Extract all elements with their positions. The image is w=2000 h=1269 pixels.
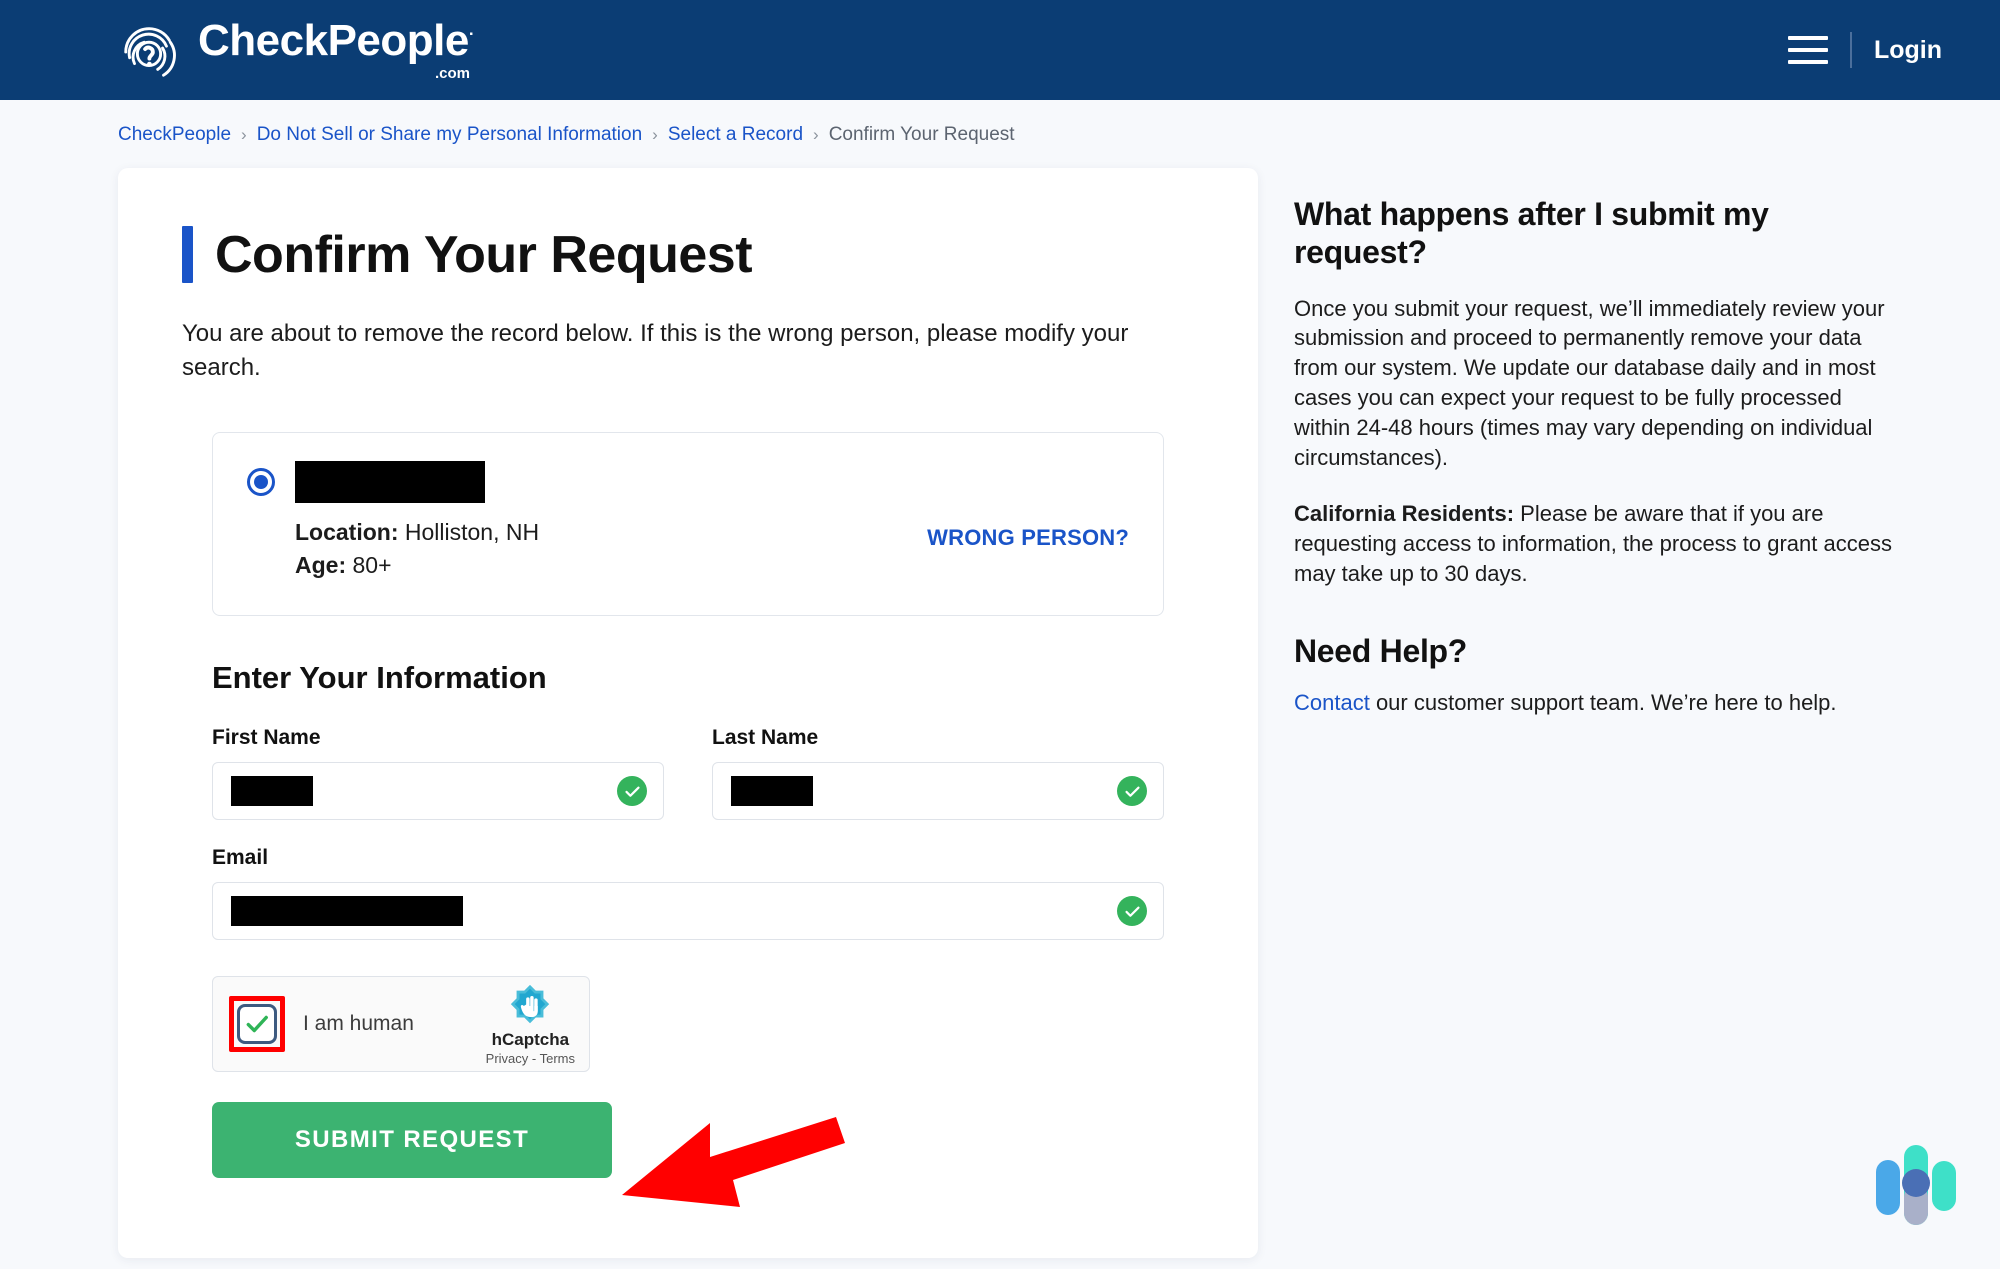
checkbox-checked-icon — [237, 1004, 277, 1045]
redacted-last-name-value — [731, 776, 813, 807]
first-name-label: First Name — [212, 726, 321, 750]
sidebar-heading-what-happens: What happens after I submit my request? — [1294, 196, 1769, 270]
sidebar-paragraph-california: California Residents: Please be aware th… — [1294, 499, 1894, 589]
breadcrumb-separator-icon: › — [652, 125, 658, 144]
first-name-input[interactable] — [212, 762, 664, 821]
sidebar-paragraph-help: Contact our customer support team. We’re… — [1294, 688, 1894, 718]
record-age: Age: 80+ — [295, 552, 1129, 579]
hcaptcha-checkbox-area[interactable]: I am human — [229, 996, 414, 1053]
email-input[interactable] — [212, 882, 1164, 941]
submit-area: SUBMIT REQUEST — [212, 1102, 1164, 1179]
wrong-person-link[interactable]: WRONG PERSON? — [927, 525, 1129, 551]
sidebar-heading-need-help: Need Help? — [1294, 632, 1468, 669]
main-content-card: Confirm Your Request You are about to re… — [118, 168, 1258, 1258]
header-divider — [1849, 32, 1852, 68]
hcaptcha-name: hCaptcha — [491, 1029, 570, 1049]
widget-bar-left — [1876, 1160, 1900, 1215]
hamburger-line — [1787, 36, 1828, 40]
last-name-label: Last Name — [712, 726, 819, 750]
breadcrumb: CheckPeople › Do Not Sell or Share my Pe… — [0, 100, 2000, 146]
redacted-name — [295, 461, 485, 504]
brand-dotcom: .com — [435, 64, 471, 82]
record-location-value: Holliston, NH — [404, 519, 540, 546]
site-header: CheckPeople· .com Login — [0, 0, 2000, 100]
check-circle-icon — [1117, 896, 1147, 927]
record-age-label: Age: — [295, 552, 347, 579]
redacted-first-name-value — [231, 776, 313, 807]
redacted-email-value — [231, 896, 463, 927]
submit-request-button[interactable]: SUBMIT REQUEST — [212, 1102, 612, 1179]
widget-dot — [1902, 1169, 1930, 1197]
hamburger-line — [1787, 60, 1828, 64]
hamburger-menu-icon[interactable] — [1787, 36, 1828, 64]
breadcrumb-item-do-not-sell[interactable]: Do Not Sell or Share my Personal Informa… — [257, 124, 642, 146]
name-fields-row: First Name Last Name — [212, 726, 1164, 821]
chat-assistant-widget[interactable] — [1852, 1127, 1972, 1247]
breadcrumb-item-current: Confirm Your Request — [828, 124, 1015, 145]
page-title: Confirm Your Request — [215, 226, 753, 284]
brand-logo[interactable]: CheckPeople· .com — [118, 15, 475, 82]
hcaptcha-label: I am human — [303, 1012, 414, 1036]
last-name-field-group: Last Name — [712, 726, 1164, 821]
breadcrumb-separator-icon: › — [813, 125, 819, 144]
breadcrumb-item-select-record[interactable]: Select a Record — [668, 124, 803, 146]
page-layout: Confirm Your Request You are about to re… — [0, 146, 2000, 1258]
check-circle-icon — [1117, 776, 1147, 807]
help-text: our customer support team. We’re here to… — [1369, 690, 1837, 716]
email-label: Email — [212, 846, 269, 870]
sidebar-paragraph-process: Once you submit your request, we’ll imme… — [1294, 295, 1885, 471]
record-card: Location: Holliston, NH Age: 80+ WRONG P… — [212, 432, 1164, 617]
hcaptcha-hand-icon — [507, 983, 553, 1029]
breadcrumb-item-checkpeople[interactable]: CheckPeople — [118, 124, 231, 146]
title-accent-bar — [182, 226, 193, 283]
breadcrumb-separator-icon: › — [241, 125, 247, 144]
info-sidebar: What happens after I submit my request? … — [1294, 168, 1894, 744]
fingerprint-question-icon — [118, 19, 180, 81]
hcaptcha-widget[interactable]: I am human hCaptcha Privacy - Terms — [212, 976, 590, 1073]
widget-bar-right — [1932, 1161, 1956, 1211]
record-location-label: Location: — [295, 519, 399, 546]
brand-name: CheckPeople· — [198, 15, 475, 65]
contact-support-link[interactable]: Contact — [1294, 690, 1370, 715]
form-section-title: Enter Your Information — [212, 660, 547, 696]
hamburger-line — [1787, 48, 1828, 52]
check-circle-icon — [617, 776, 647, 807]
hcaptcha-branding: hCaptcha Privacy - Terms — [486, 983, 575, 1066]
header-actions: Login — [1787, 32, 1942, 68]
hcaptcha-checkbox[interactable] — [229, 996, 285, 1053]
email-field-row: Email — [212, 846, 1164, 941]
last-name-input[interactable] — [712, 762, 1164, 821]
california-residents-label: California Residents: — [1294, 500, 1515, 526]
page-title-row: Confirm Your Request — [182, 226, 1194, 283]
hcaptcha-privacy-terms[interactable]: Privacy - Terms — [486, 1051, 575, 1066]
brand-wordmark: CheckPeople· .com — [198, 15, 475, 82]
record-header-row — [247, 461, 1129, 504]
email-field-group: Email — [212, 846, 1164, 941]
first-name-field-group: First Name — [212, 726, 664, 821]
login-link[interactable]: Login — [1874, 36, 1942, 65]
record-select-radio[interactable] — [247, 468, 275, 497]
registered-mark: · — [468, 23, 475, 43]
page-description: You are about to remove the record below… — [182, 319, 1129, 382]
record-age-value: 80+ — [352, 552, 392, 579]
